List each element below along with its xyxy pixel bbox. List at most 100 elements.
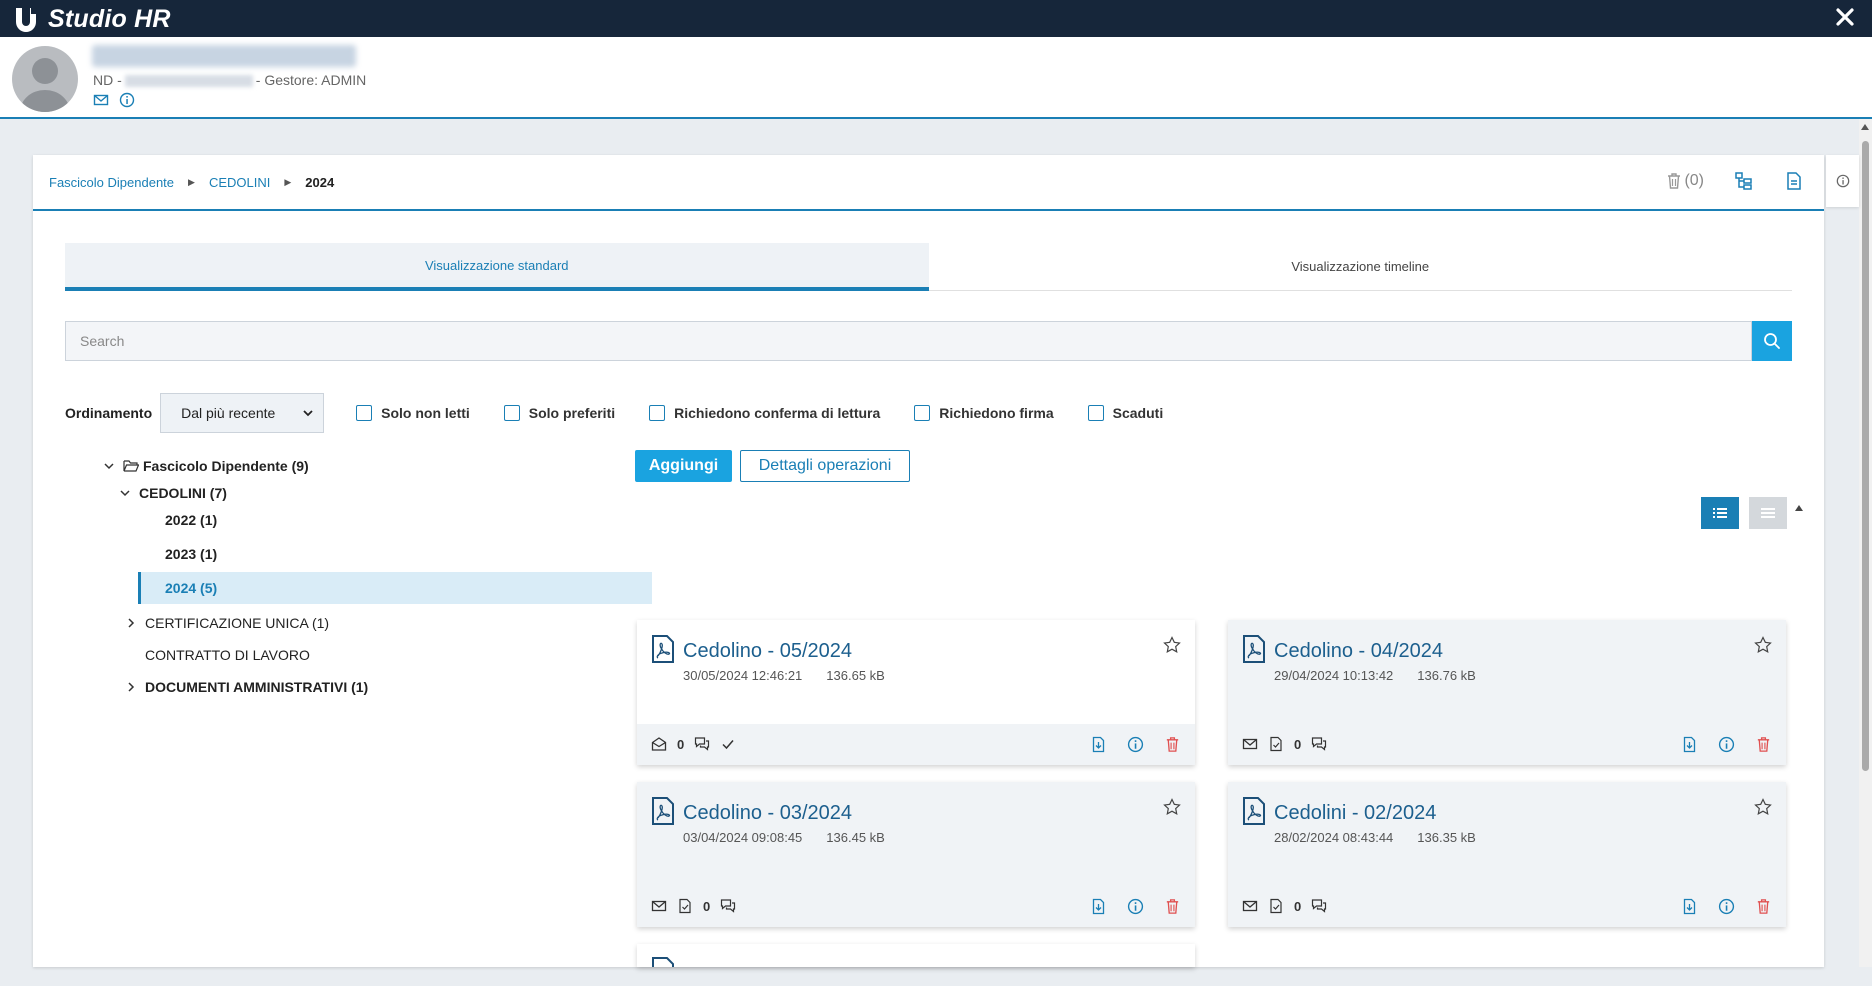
table-view-toggle[interactable]	[1749, 497, 1787, 529]
comments-icon[interactable]	[1311, 736, 1327, 752]
filter-solo-preferiti[interactable]: Solo preferiti	[503, 405, 615, 421]
search-button[interactable]	[1752, 321, 1792, 361]
breadcrumb-fascicolo[interactable]: Fascicolo Dipendente	[49, 175, 174, 190]
envelope-icon[interactable]	[1242, 736, 1258, 752]
breadcrumb-bar: Fascicolo Dipendente ▶ CEDOLINI ▶ 2024 (…	[33, 155, 1824, 211]
checkbox-label: Scaduti	[1112, 405, 1164, 421]
star-icon[interactable]	[1754, 636, 1772, 654]
trash-button[interactable]: (0)	[1666, 172, 1704, 190]
page-scrollbar[interactable]	[1859, 119, 1872, 967]
star-icon[interactable]	[1754, 798, 1772, 816]
tab-visualizzazione-timeline[interactable]: Visualizzazione timeline	[928, 243, 1792, 291]
document-title[interactable]: Cedolino - 04/2024	[1274, 640, 1443, 663]
star-icon[interactable]	[1163, 636, 1181, 654]
download-icon[interactable]	[1681, 898, 1698, 915]
comments-icon[interactable]	[720, 898, 736, 914]
employee-code-redacted	[124, 75, 253, 88]
folder-tree-icon[interactable]	[1734, 171, 1754, 191]
document-actions	[1681, 898, 1772, 915]
tree-node-cedolini[interactable]: CEDOLINI (7)	[119, 478, 227, 508]
filter-richiedono-conferma[interactable]: Richiedono conferma di lettura	[649, 405, 880, 421]
info-icon[interactable]	[1718, 736, 1735, 753]
star-icon[interactable]	[1163, 798, 1181, 816]
download-icon[interactable]	[1681, 736, 1698, 753]
info-icon[interactable]	[1718, 898, 1735, 915]
chevron-down-icon	[303, 409, 313, 417]
operation-details-button[interactable]: Dettagli operazioni	[740, 450, 910, 482]
delete-icon[interactable]	[1755, 898, 1772, 915]
tree-node-certificazione-unica[interactable]: CERTIFICAZIONE UNICA (1)	[125, 608, 329, 638]
document-title[interactable]: Cedolini - 02/2024	[1274, 802, 1436, 825]
trash-count: (0)	[1684, 172, 1704, 189]
delete-icon[interactable]	[1164, 736, 1181, 753]
filter-scaduti[interactable]: Scaduti	[1087, 405, 1164, 421]
breadcrumb-cedolini[interactable]: CEDOLINI	[209, 175, 270, 190]
document-card[interactable]: Cedolino - 05/2024 30/05/2024 12:46:21 13…	[637, 620, 1195, 765]
checkbox[interactable]	[503, 405, 520, 421]
comment-count: 0	[677, 736, 685, 752]
list-view-toggle[interactable]	[1701, 497, 1739, 529]
document-card-partial[interactable]	[637, 944, 1195, 967]
tab-visualizzazione-standard[interactable]: Visualizzazione standard	[65, 243, 929, 291]
tree-node-documenti-amministrativi[interactable]: DOCUMENTI AMMINISTRATIVI (1)	[125, 672, 368, 702]
tree-node-contratto[interactable]: CONTRATTO DI LAVORO	[145, 640, 310, 670]
document-status: 0	[651, 898, 736, 914]
info-icon[interactable]	[119, 92, 135, 108]
document-date: 30/05/2024 12:46:21	[683, 668, 803, 683]
document-card[interactable]: Cedolino - 03/2024 03/04/2024 09:08:45 13…	[637, 782, 1195, 927]
checkbox[interactable]	[914, 405, 931, 421]
document-meta: 03/04/2024 09:08:45 136.45 kB	[683, 830, 885, 845]
scrollbar-thumb[interactable]	[1862, 141, 1869, 771]
document-check-icon[interactable]	[1268, 898, 1284, 914]
employee-sub-prefix: ND -	[93, 72, 122, 88]
document-actions	[1090, 736, 1181, 753]
comment-count: 0	[1294, 736, 1302, 752]
download-icon[interactable]	[1090, 736, 1107, 753]
filter-solo-non-letti[interactable]: Solo non letti	[356, 405, 470, 421]
document-card[interactable]: Cedolini - 02/2024 28/02/2024 08:43:44 13…	[1228, 782, 1786, 927]
document-check-icon[interactable]	[1268, 736, 1284, 752]
trash-icon	[1666, 172, 1682, 190]
view-tabs: Visualizzazione standard Visualizzazione…	[65, 243, 1792, 291]
document-title[interactable]: Cedolino - 05/2024	[683, 640, 852, 663]
tree-node-fascicolo[interactable]: Fascicolo Dipendente (9)	[103, 451, 309, 481]
close-icon[interactable]	[1834, 6, 1856, 28]
scroll-up-arrow-icon[interactable]	[1861, 124, 1869, 130]
checkbox[interactable]	[1087, 405, 1104, 421]
chevron-down-icon	[119, 487, 131, 499]
tree-label: 2023 (1)	[165, 546, 218, 562]
delete-icon[interactable]	[1755, 736, 1772, 753]
document-report-icon[interactable]	[1784, 171, 1804, 191]
chevron-right-icon	[125, 617, 137, 629]
employee-header: ND - - Gestore: ADMIN	[0, 37, 1872, 119]
envelope-icon[interactable]	[1242, 898, 1258, 914]
info-icon[interactable]	[1127, 898, 1144, 915]
document-date: 29/04/2024 10:13:42	[1274, 668, 1394, 683]
search-input[interactable]	[65, 321, 1752, 361]
tree-node-2022[interactable]: 2022 (1)	[165, 505, 217, 535]
document-meta: 30/05/2024 12:46:21 136.65 kB	[683, 668, 885, 683]
info-icon[interactable]	[1127, 736, 1144, 753]
document-title[interactable]: Cedolino - 03/2024	[683, 802, 852, 825]
studio-hr-logo-icon	[14, 6, 40, 32]
tree-node-2024[interactable]: 2024 (5)	[138, 572, 652, 604]
document-status: 0	[651, 736, 736, 752]
checkbox[interactable]	[649, 405, 666, 421]
download-icon[interactable]	[1090, 898, 1107, 915]
inner-scroll-up-arrow-icon[interactable]	[1795, 505, 1803, 511]
envelope-icon[interactable]	[651, 898, 667, 914]
checkbox[interactable]	[356, 405, 373, 421]
document-check-icon[interactable]	[677, 898, 693, 914]
mail-icon[interactable]	[93, 92, 109, 108]
delete-icon[interactable]	[1164, 898, 1181, 915]
ordering-select[interactable]: Dal più recente	[160, 393, 325, 433]
add-button[interactable]: Aggiungi	[635, 450, 732, 482]
comments-icon[interactable]	[694, 736, 710, 752]
tree-node-2023[interactable]: 2023 (1)	[165, 539, 217, 569]
filter-richiedono-firma[interactable]: Richiedono firma	[914, 405, 1054, 421]
envelope-open-icon[interactable]	[651, 736, 667, 752]
side-info-tab[interactable]	[1826, 155, 1859, 207]
document-card[interactable]: Cedolino - 04/2024 29/04/2024 10:13:42 13…	[1228, 620, 1786, 765]
employee-manager: - Gestore: ADMIN	[255, 72, 367, 88]
comments-icon[interactable]	[1311, 898, 1327, 914]
